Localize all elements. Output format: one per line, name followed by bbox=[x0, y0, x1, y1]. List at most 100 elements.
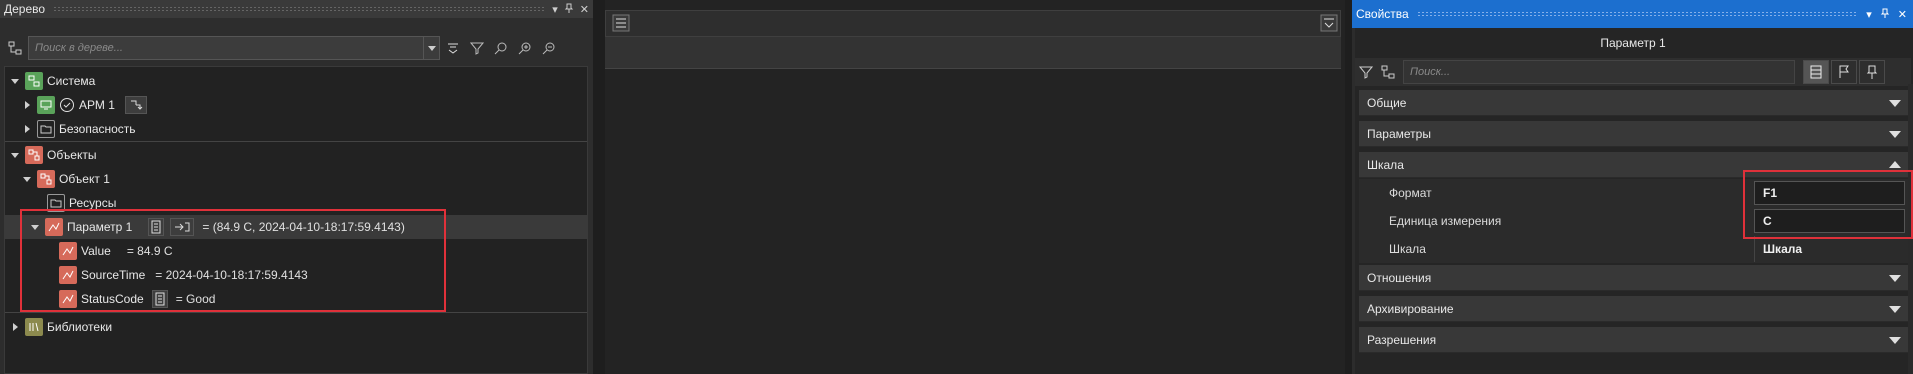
filter-icon[interactable] bbox=[1355, 61, 1377, 83]
chevron-down-icon[interactable] bbox=[1889, 131, 1901, 138]
link-arrow-icon[interactable] bbox=[170, 218, 195, 236]
folder-icon bbox=[47, 194, 65, 212]
search-icon[interactable] bbox=[490, 37, 512, 59]
tree-search-input[interactable]: Поиск в дереве... bbox=[28, 36, 440, 60]
category-archiving[interactable]: Архивирование bbox=[1359, 296, 1911, 322]
folder-icon bbox=[37, 120, 55, 138]
expand-toggle[interactable] bbox=[9, 75, 21, 87]
properties-panel-title: Свойства bbox=[1356, 7, 1409, 21]
tree-node-arm[interactable]: АРМ 1 bbox=[21, 93, 147, 117]
scale-value-field[interactable]: Шкала bbox=[1754, 236, 1911, 262]
tree-node-libraries[interactable]: Библиотеки bbox=[9, 315, 112, 339]
chevron-down-icon[interactable] bbox=[1889, 306, 1901, 313]
tree-node-label: Ресурсы bbox=[69, 196, 117, 210]
tree-view: Система АРМ 1 Безопасность Объекты Объек… bbox=[4, 66, 588, 374]
flag-icon[interactable] bbox=[1831, 60, 1857, 84]
property-label: Единица измерения bbox=[1389, 214, 1502, 228]
panel-menu-icon[interactable]: ▾ bbox=[552, 3, 558, 16]
close-icon[interactable]: ✕ bbox=[580, 3, 589, 16]
panel-grip[interactable] bbox=[1416, 11, 1859, 17]
close-icon[interactable]: ✕ bbox=[1898, 8, 1907, 21]
tree-node-sourcetime[interactable]: SourceTime = 2024-04-10-18:17:59.4143 bbox=[55, 263, 308, 287]
parameter-node-icon bbox=[45, 218, 63, 236]
tree-structure-icon[interactable] bbox=[1377, 61, 1399, 83]
center-panel bbox=[605, 0, 1345, 374]
expand-toggle[interactable] bbox=[21, 123, 33, 135]
tree-node-label: SourceTime bbox=[81, 268, 146, 282]
connection-icon[interactable] bbox=[124, 96, 147, 114]
tree-node-value[interactable]: Value = 84.9 C bbox=[55, 239, 173, 263]
properties-toolbar: Поиск... bbox=[1355, 58, 1911, 86]
tree-node-objects[interactable]: Объекты bbox=[9, 143, 97, 167]
pin-icon[interactable] bbox=[1880, 8, 1890, 21]
tree-search-placeholder: Поиск в дереве... bbox=[35, 42, 123, 54]
tree-panel: Дерево ▾ ✕ Поиск в дереве... Система АРМ… bbox=[0, 0, 593, 374]
category-parameters[interactable]: Параметры bbox=[1359, 121, 1911, 147]
pin-icon[interactable] bbox=[564, 3, 574, 16]
tree-node-system[interactable]: Система bbox=[9, 69, 95, 93]
variable-icon[interactable] bbox=[151, 290, 168, 308]
property-label: Формат bbox=[1389, 186, 1432, 200]
filter-dropdown-icon[interactable] bbox=[442, 37, 464, 59]
workstation-icon bbox=[37, 96, 55, 114]
zoom-out-icon[interactable] bbox=[538, 37, 560, 59]
filter-icon[interactable] bbox=[466, 37, 488, 59]
value-text: = 84.9 C bbox=[126, 244, 173, 258]
zoom-in-icon[interactable] bbox=[514, 37, 536, 59]
expand-toggle[interactable] bbox=[9, 321, 21, 333]
expand-toggle[interactable] bbox=[21, 173, 33, 185]
chevron-down-icon[interactable] bbox=[1889, 100, 1901, 107]
properties-panel-header: Свойства ▾ ✕ bbox=[1352, 0, 1913, 28]
chevron-up-icon[interactable] bbox=[1889, 161, 1901, 168]
category-label: Разрешения bbox=[1367, 332, 1437, 347]
tree-node-security[interactable]: Безопасность bbox=[21, 117, 136, 141]
sourcetime-text: = 2024-04-10-18:17:59.4143 bbox=[155, 268, 308, 282]
tree-node-statuscode[interactable]: StatusCode = Good bbox=[55, 287, 215, 311]
panel-splitter[interactable] bbox=[593, 0, 605, 374]
category-permissions[interactable]: Разрешения bbox=[1359, 327, 1911, 353]
categorized-view-icon[interactable] bbox=[1803, 60, 1829, 84]
chevron-down-icon[interactable] bbox=[1889, 337, 1901, 344]
format-value-field[interactable]: F1 bbox=[1754, 181, 1905, 205]
tree-node-label: Value bbox=[81, 244, 111, 258]
expand-toggle[interactable] bbox=[9, 149, 21, 161]
tree-node-label: Безопасность bbox=[59, 122, 136, 136]
panel-menu-icon[interactable]: ▾ bbox=[1866, 8, 1872, 21]
tree-node-resources[interactable]: Ресурсы bbox=[43, 191, 116, 215]
property-row-scale: Шкала Шкала bbox=[1359, 235, 1911, 263]
properties-panel: Свойства ▾ ✕ Параметр 1 Поиск... Общие П… bbox=[1352, 0, 1913, 374]
tree-structure-icon[interactable] bbox=[4, 37, 26, 59]
category-scale[interactable]: Шкала bbox=[1359, 152, 1911, 178]
property-row-format: Формат F1 bbox=[1359, 179, 1911, 207]
chevron-down-icon[interactable] bbox=[1889, 275, 1901, 282]
search-history-dropdown[interactable] bbox=[423, 37, 439, 59]
panel-grip[interactable] bbox=[53, 6, 545, 12]
properties-content: Параметр 1 Поиск... Общие Параметры Шкал… bbox=[1355, 28, 1913, 374]
category-label: Параметры bbox=[1367, 126, 1431, 141]
expand-toggle[interactable] bbox=[29, 221, 41, 233]
selected-object-name: Параметр 1 bbox=[1600, 36, 1666, 50]
unit-value-field[interactable]: C bbox=[1754, 209, 1905, 233]
variable-icon[interactable] bbox=[148, 218, 165, 236]
tree-node-object1[interactable]: Объект 1 bbox=[21, 167, 110, 191]
tree-node-param1[interactable]: Параметр 1 = (84.9 C, 2024-04-10-18:17:5… bbox=[5, 215, 587, 239]
tree-node-label: Объект 1 bbox=[59, 172, 110, 186]
pin-icon[interactable] bbox=[1859, 60, 1885, 84]
properties-scrollbar[interactable] bbox=[1908, 84, 1913, 374]
check-circle-icon bbox=[59, 97, 75, 113]
param-value-text: = (84.9 C, 2024-04-10-18:17:59.4143) bbox=[202, 220, 405, 234]
category-label: Архивирование bbox=[1367, 301, 1454, 316]
system-node-icon bbox=[25, 72, 43, 90]
category-general[interactable]: Общие bbox=[1359, 90, 1911, 116]
toolbar-options-icon[interactable] bbox=[1320, 14, 1338, 35]
library-icon bbox=[25, 318, 43, 336]
category-label: Шкала bbox=[1367, 157, 1404, 172]
center-header bbox=[605, 37, 1341, 69]
tree-divider bbox=[5, 312, 587, 313]
tree-toolbar: Поиск в дереве... bbox=[0, 33, 593, 63]
category-relations[interactable]: Отношения bbox=[1359, 265, 1911, 291]
expand-toggle[interactable] bbox=[21, 99, 33, 111]
list-icon[interactable] bbox=[612, 14, 630, 35]
properties-search-input[interactable]: Поиск... bbox=[1403, 60, 1795, 84]
property-row-unit: Единица измерения C bbox=[1359, 207, 1911, 235]
